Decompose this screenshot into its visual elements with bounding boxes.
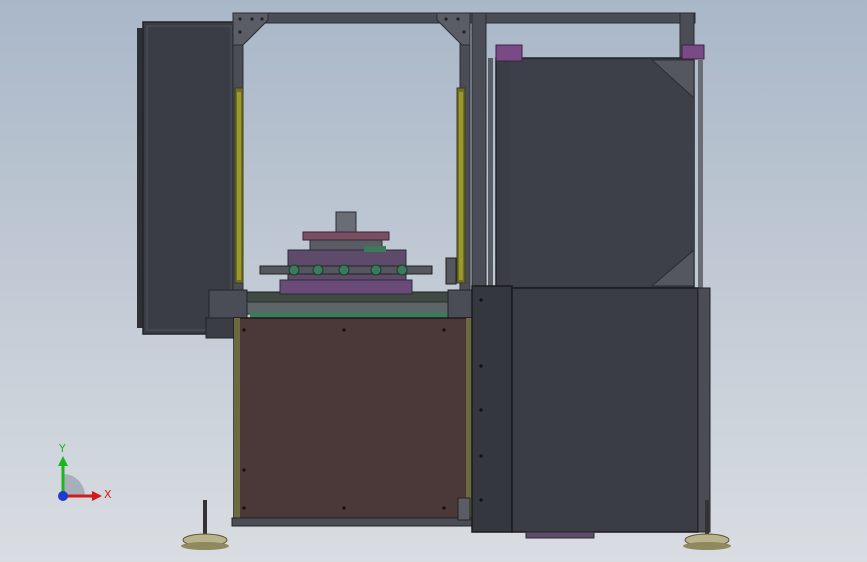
cad-model-viewport[interactable] [0, 0, 867, 562]
axis-x-label: X [104, 488, 112, 501]
right-lower-cabinet [471, 285, 711, 539]
lower-cabinet [231, 317, 473, 527]
right-enclosure [488, 44, 705, 289]
left-control-box [137, 21, 236, 335]
coordinate-triad-icon: Y X [58, 442, 112, 501]
rotary-index-head [259, 211, 433, 295]
axis-y-label: Y [58, 442, 66, 455]
